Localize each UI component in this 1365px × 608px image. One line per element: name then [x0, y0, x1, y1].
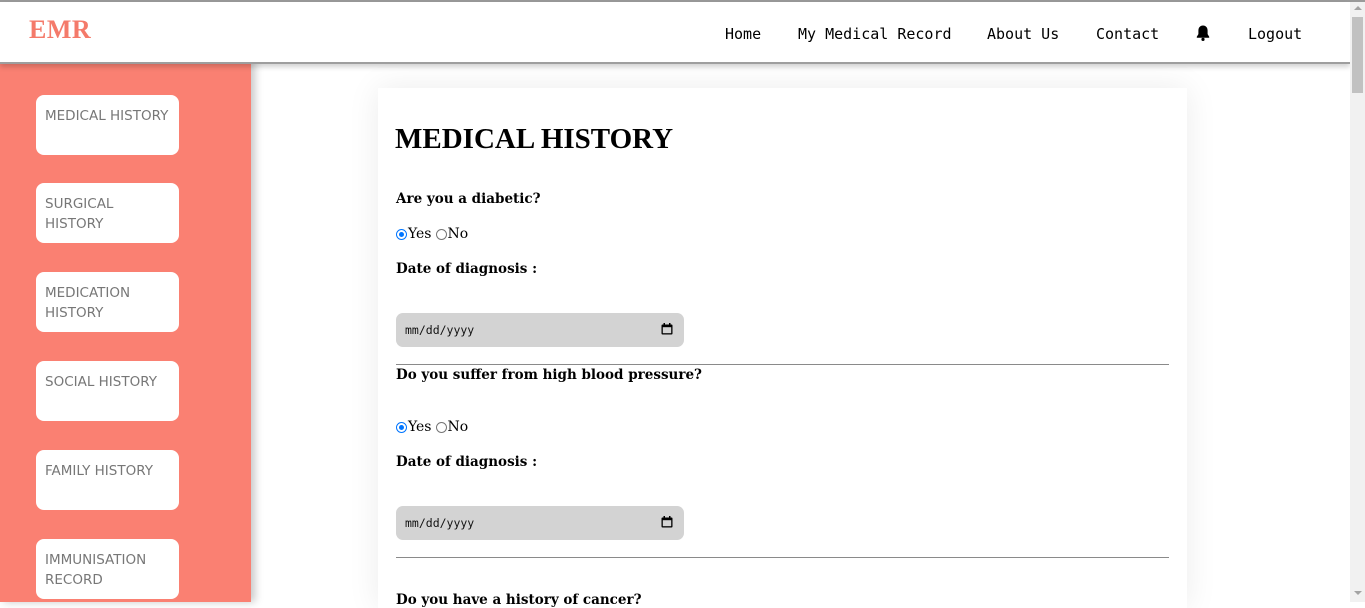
question-cancer-history: Do you have a history of cancer?	[396, 592, 642, 608]
sidebar-item-medication-history[interactable]: MEDICATION HISTORY	[36, 272, 179, 332]
date-placeholder: mm/dd/yyyy	[405, 323, 475, 337]
bp-date-label: Date of diagnosis :	[396, 454, 538, 470]
sidebar: MEDICAL HISTORY SURGICAL HISTORY MEDICAT…	[0, 59, 251, 602]
diabetic-no-label[interactable]: No	[448, 226, 469, 242]
nav-home[interactable]: Home	[725, 25, 761, 43]
calendar-icon[interactable]	[661, 516, 673, 528]
sidebar-item-immunisation-record[interactable]: IMMUNISATION RECORD	[36, 539, 179, 599]
bp-yes-label[interactable]: Yes	[408, 419, 432, 435]
nav-about-us[interactable]: About Us	[987, 25, 1059, 43]
scrollbar-thumb[interactable]	[1352, 17, 1363, 93]
section-divider	[396, 557, 1169, 558]
bp-yes-radio[interactable]	[396, 421, 407, 433]
diabetic-radio-group: Yes No	[396, 226, 468, 242]
sidebar-item-family-history[interactable]: FAMILY HISTORY	[36, 450, 179, 510]
scroll-down-arrow-icon[interactable]	[1354, 591, 1362, 595]
question-diabetic: Are you a diabetic?	[396, 191, 541, 207]
nav-my-medical-record[interactable]: My Medical Record	[798, 25, 952, 43]
sidebar-item-medical-history[interactable]: MEDICAL HISTORY	[36, 95, 179, 155]
date-placeholder: mm/dd/yyyy	[405, 516, 475, 530]
diabetic-date-input[interactable]: mm/dd/yyyy	[396, 313, 684, 347]
page-title: MEDICAL HISTORY	[395, 123, 674, 155]
sidebar-item-surgical-history[interactable]: SURGICAL HISTORY	[36, 183, 179, 243]
diabetic-yes-label[interactable]: Yes	[408, 226, 432, 242]
top-navbar: EMR Home My Medical Record About Us Cont…	[0, 2, 1350, 64]
diabetic-date-label: Date of diagnosis :	[396, 261, 538, 277]
scroll-up-arrow-icon[interactable]	[1354, 6, 1362, 10]
diabetic-yes-radio[interactable]	[396, 228, 407, 240]
bp-no-label[interactable]: No	[448, 419, 469, 435]
bp-radio-group: Yes No	[396, 419, 468, 435]
vertical-scrollbar[interactable]	[1350, 2, 1365, 602]
question-high-blood-pressure: Do you suffer from high blood pressure?	[396, 367, 702, 383]
brand-logo[interactable]: EMR	[29, 15, 91, 45]
sidebar-item-social-history[interactable]: SOCIAL HISTORY	[36, 361, 179, 421]
bp-date-input[interactable]: mm/dd/yyyy	[396, 506, 684, 540]
nav-logout[interactable]: Logout	[1248, 25, 1302, 43]
section-divider	[396, 364, 1169, 365]
diabetic-no-radio[interactable]	[435, 228, 447, 240]
bp-no-radio[interactable]	[435, 421, 447, 433]
bell-icon[interactable]	[1195, 24, 1211, 42]
calendar-icon[interactable]	[661, 323, 673, 335]
nav-contact[interactable]: Contact	[1096, 25, 1159, 43]
